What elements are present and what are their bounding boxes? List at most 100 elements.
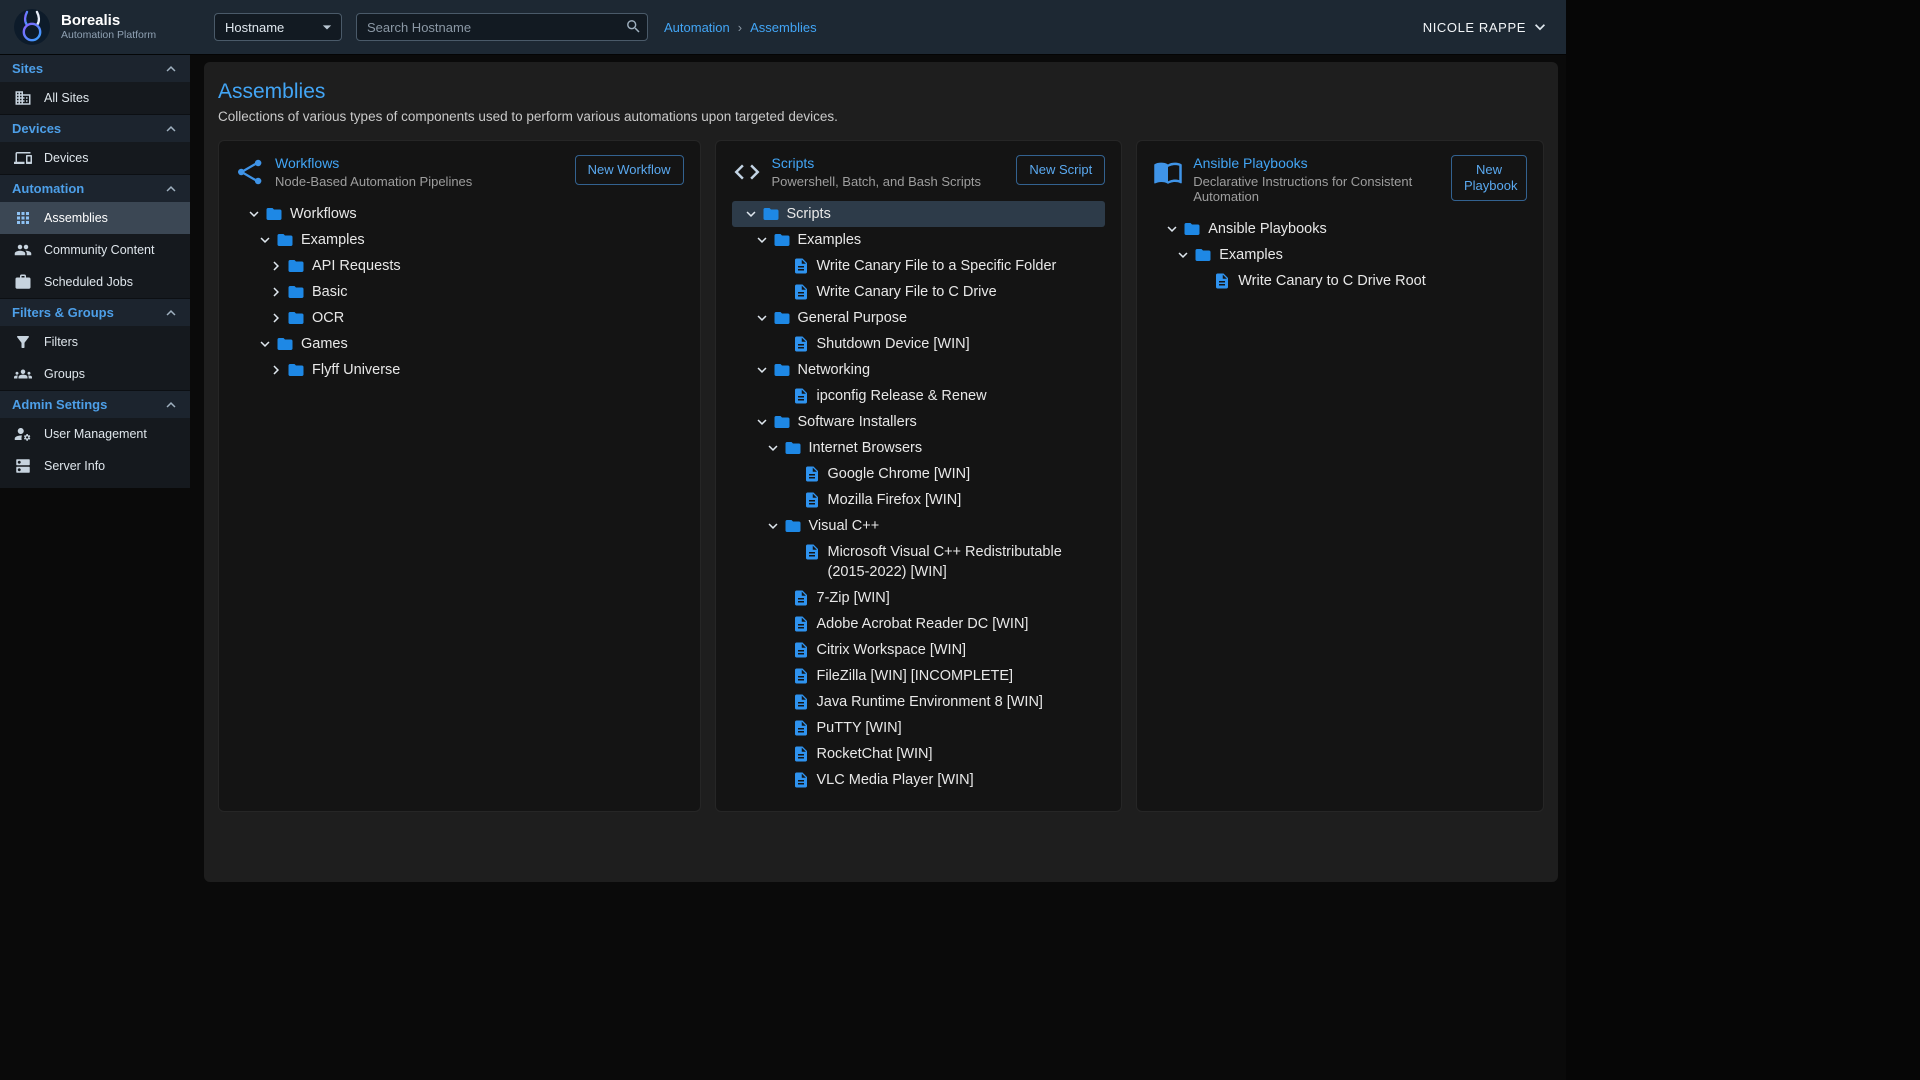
- playbooks-card: Ansible Playbooks Declarative Instructio…: [1136, 140, 1544, 812]
- search-input[interactable]: [356, 13, 648, 41]
- playbooks-card-subtitle: Declarative Instructions for Consistent …: [1193, 174, 1441, 204]
- sidebar-section-label: Sites: [12, 61, 43, 76]
- tree-folder-examples[interactable]: Examples: [732, 227, 1106, 253]
- folder-icon: [773, 413, 791, 431]
- file-icon: [803, 491, 821, 509]
- breadcrumb-assemblies[interactable]: Assemblies: [750, 20, 816, 35]
- sidebar-section-sites[interactable]: Sites: [0, 54, 190, 82]
- scripts-card-subtitle: Powershell, Batch, and Bash Scripts: [772, 174, 1007, 189]
- tree-file-shutdown-device-win[interactable]: Shutdown Device [WIN]: [732, 331, 1106, 357]
- sidebar-item-all-sites[interactable]: All Sites: [0, 82, 190, 114]
- sidebar-item-groups[interactable]: Groups: [0, 358, 190, 390]
- tree-folder-ansible-playbooks[interactable]: Ansible Playbooks: [1153, 216, 1527, 242]
- new-workflow-button[interactable]: New Workflow: [575, 155, 684, 185]
- tree-file-rocketchat-win[interactable]: RocketChat [WIN]: [732, 741, 1106, 767]
- tree-file-google-chrome-win[interactable]: Google Chrome [WIN]: [732, 461, 1106, 487]
- tree-label: API Requests: [312, 256, 401, 276]
- brand-name: Borealis: [61, 12, 156, 29]
- sidebar-section-filters-groups[interactable]: Filters & Groups: [0, 298, 190, 326]
- sites-icon: [14, 89, 32, 107]
- tree-folder-api-requests[interactable]: API Requests: [235, 253, 684, 279]
- tree-file-adobe-acrobat-reader-dc-win[interactable]: Adobe Acrobat Reader DC [WIN]: [732, 611, 1106, 637]
- tree-folder-examples[interactable]: Examples: [1153, 242, 1527, 268]
- sidebar-item-community-content[interactable]: Community Content: [0, 234, 190, 266]
- tree-file-microsoft-visual-c-redistributable-2015-2022-win[interactable]: Microsoft Visual C++ Redistributable (20…: [732, 539, 1106, 585]
- tree-file-vlc-media-player-win[interactable]: VLC Media Player [WIN]: [732, 767, 1106, 793]
- file-icon: [803, 465, 821, 483]
- workflows-tree: WorkflowsExamples API Requests BasicOCRGam…: [235, 201, 684, 383]
- user-management-icon: [14, 425, 32, 443]
- chevron-down-icon: [764, 517, 782, 535]
- sidebar-item-devices[interactable]: Devices: [0, 142, 190, 174]
- tree-file-ipconfig-release-renew[interactable]: ipconfig Release & Renew: [732, 383, 1106, 409]
- tree-folder-flyff-universe[interactable]: Flyff Universe: [235, 357, 684, 383]
- chevron-right-icon: [267, 361, 285, 379]
- sidebar-section-admin-settings[interactable]: Admin Settings: [0, 390, 190, 418]
- chevron-right-icon: [267, 257, 285, 275]
- tree-label: Citrix Workspace [WIN]: [817, 640, 967, 660]
- scripts-card-title: Scripts: [772, 155, 1007, 171]
- brand[interactable]: Borealis Automation Platform: [0, 7, 190, 47]
- tree-file-7-zip-win[interactable]: 7-Zip [WIN]: [732, 585, 1106, 611]
- sidebar-item-filters[interactable]: Filters: [0, 326, 190, 358]
- tree-file-putty-win[interactable]: PuTTY [WIN]: [732, 715, 1106, 741]
- filters-icon: [14, 333, 32, 351]
- search-box: [356, 13, 648, 41]
- sidebar-item-assemblies[interactable]: Assemblies: [0, 202, 190, 234]
- file-icon: [792, 589, 810, 607]
- tree-folder-general-purpose[interactable]: General Purpose: [732, 305, 1106, 331]
- page-description: Collections of various types of componen…: [218, 109, 1544, 124]
- tree-label: Microsoft Visual C++ Redistributable (20…: [828, 542, 1106, 582]
- folder-icon: [762, 205, 780, 223]
- new-script-button[interactable]: New Script: [1016, 155, 1105, 185]
- tree-folder-networking[interactable]: Networking: [732, 357, 1106, 383]
- tree-file-write-canary-to-c-drive-root[interactable]: Write Canary to C Drive Root: [1153, 268, 1527, 294]
- sidebar-section-automation[interactable]: Automation: [0, 174, 190, 202]
- page-title: Assemblies: [218, 80, 1544, 104]
- tree-folder-examples[interactable]: Examples: [235, 227, 684, 253]
- server-info-icon: [14, 457, 32, 475]
- new-playbook-button[interactable]: New Playbook: [1451, 155, 1527, 201]
- tree-folder-scripts[interactable]: Scripts: [732, 201, 1106, 227]
- scheduled-jobs-icon: [14, 273, 32, 291]
- chevron-down-icon: [764, 439, 782, 457]
- sidebar-item-label: Scheduled Jobs: [44, 275, 133, 289]
- chevron-down-icon: [753, 361, 771, 379]
- chevron-up-icon: [162, 396, 180, 414]
- tree-folder-software-installers[interactable]: Software Installers: [732, 409, 1106, 435]
- tree-folder-ocr[interactable]: OCR: [235, 305, 684, 331]
- tree-file-java-runtime-environment-8-win[interactable]: Java Runtime Environment 8 [WIN]: [732, 689, 1106, 715]
- sidebar-item-user-management[interactable]: User Management: [0, 418, 190, 450]
- tree-folder-internet-browsers[interactable]: Internet Browsers: [732, 435, 1106, 461]
- tree-label: Networking: [798, 360, 871, 380]
- chevron-down-icon: [256, 335, 274, 353]
- search-icon: [625, 18, 642, 35]
- sidebar-item-scheduled-jobs[interactable]: Scheduled Jobs: [0, 266, 190, 298]
- file-icon: [792, 615, 810, 633]
- sidebar-item-server-info[interactable]: Server Info: [0, 450, 190, 482]
- tree-file-filezilla-win-incomplete[interactable]: FileZilla [WIN] [INCOMPLETE]: [732, 663, 1106, 689]
- chevron-down-icon: [256, 231, 274, 249]
- sidebar-section-label: Admin Settings: [12, 397, 107, 412]
- tree-file-citrix-workspace-win[interactable]: Citrix Workspace [WIN]: [732, 637, 1106, 663]
- assemblies-panel: Assemblies Collections of various types …: [204, 62, 1558, 882]
- tree-folder-basic[interactable]: Basic: [235, 279, 684, 305]
- tree-folder-games[interactable]: Games: [235, 331, 684, 357]
- tree-label: RocketChat [WIN]: [817, 744, 933, 764]
- sidebar: SitesAll SitesDevicesDevicesAutomationAs…: [0, 54, 190, 488]
- breadcrumb-automation[interactable]: Automation: [664, 20, 730, 35]
- tree-label: Scripts: [787, 204, 831, 224]
- tree-file-write-canary-file-to-c-drive[interactable]: Write Canary File to C Drive: [732, 279, 1106, 305]
- tree-file-write-canary-file-to-a-specific-folder[interactable]: Write Canary File to a Specific Folder: [732, 253, 1106, 279]
- hostname-select[interactable]: Hostname: [214, 13, 342, 41]
- folder-icon: [773, 309, 791, 327]
- sidebar-item-label: Devices: [44, 151, 88, 165]
- tree-folder-visual-c[interactable]: Visual C++: [732, 513, 1106, 539]
- tree-folder-workflows[interactable]: Workflows: [235, 201, 684, 227]
- sidebar-section-label: Automation: [12, 181, 84, 196]
- sidebar-section-devices[interactable]: Devices: [0, 114, 190, 142]
- file-icon: [792, 641, 810, 659]
- tree-file-mozilla-firefox-win[interactable]: Mozilla Firefox [WIN]: [732, 487, 1106, 513]
- chevron-down-icon: [1174, 246, 1192, 264]
- user-menu[interactable]: NICOLE RAPPE: [1423, 17, 1550, 37]
